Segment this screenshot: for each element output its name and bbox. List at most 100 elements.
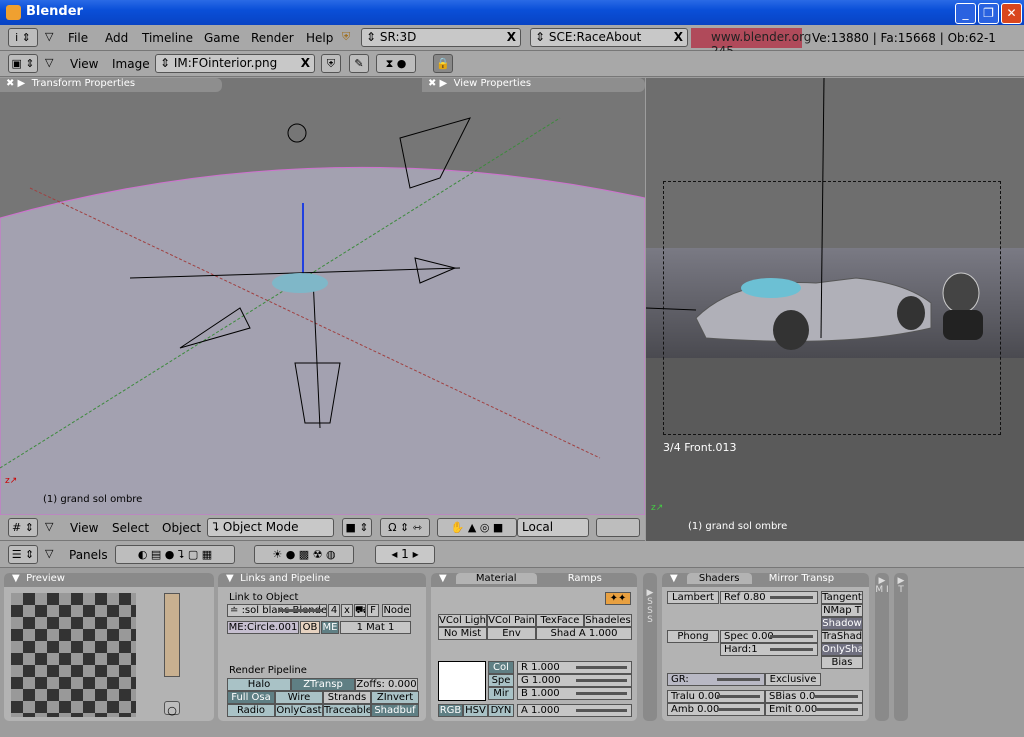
group-field[interactable]: GR: xyxy=(667,673,765,686)
menu-render[interactable]: Render xyxy=(251,31,294,45)
dyn-mode[interactable]: DYN xyxy=(488,704,514,717)
3d-viewport-left[interactable]: ✖ ▶ Transform Properties ✖ ▶ View Proper… xyxy=(0,78,645,515)
radio-toggle[interactable]: Radio xyxy=(227,704,275,717)
links-header[interactable]: ▼ Links and Pipeline xyxy=(218,573,426,587)
maximize-button[interactable]: ❐ xyxy=(978,3,999,24)
sbias-slider[interactable]: SBias 0.0 xyxy=(765,690,863,703)
texture-paint-icon[interactable]: ⛨ xyxy=(321,54,341,73)
r-slider[interactable]: R 1.000 xyxy=(517,661,632,674)
diffuse-shader-select[interactable]: Lambert xyxy=(667,591,719,604)
minimize-button[interactable]: _ xyxy=(955,3,976,24)
menu-object[interactable]: Object xyxy=(162,521,201,535)
users-count[interactable]: 4 xyxy=(328,604,340,617)
shadbuf-toggle[interactable]: Shadbuf xyxy=(371,704,419,717)
hard-slider[interactable]: Hard:1 xyxy=(720,643,818,656)
mat-index-field[interactable]: 1 Mat 1 xyxy=(340,621,411,634)
mesh-field[interactable]: ME:Circle.001 xyxy=(227,621,299,634)
mode-selector[interactable]: ⮧ Object Mode xyxy=(207,518,334,537)
shadeless-toggle[interactable]: Shadeles xyxy=(584,614,632,627)
menu-view[interactable]: View xyxy=(70,521,98,535)
texture-tab[interactable]: ▶ T xyxy=(894,573,908,721)
exclusive-toggle[interactable]: Exclusive xyxy=(765,673,821,686)
wire-toggle[interactable]: Wire xyxy=(275,691,323,704)
zinvert-toggle[interactable]: ZInvert xyxy=(371,691,419,704)
menu-timeline[interactable]: Timeline xyxy=(142,31,193,45)
tangent-toggle[interactable]: Tangent xyxy=(821,591,863,604)
screen-selector[interactable]: ⇕ SR:3D X xyxy=(361,28,521,47)
image-selector[interactable]: ⇕ IM:FOinterior.png X xyxy=(155,54,315,73)
3d-viewport-camera[interactable]: 3/4 Front.013 z↗ (1) grand sol ombre xyxy=(646,78,1024,541)
manipulator-icons[interactable]: ✋ ▲ ◎ ■ xyxy=(437,518,517,537)
menu-view[interactable]: View xyxy=(70,57,98,71)
vcol-paint-toggle[interactable]: VCol Pain xyxy=(487,614,536,627)
blender-url[interactable]: www.blender.org 245 xyxy=(691,28,811,58)
color-swatches[interactable] xyxy=(438,661,486,701)
ob-button[interactable]: OB xyxy=(300,621,320,634)
alpha-slider[interactable]: A 1.000 xyxy=(517,704,632,717)
close-button[interactable]: ✕ xyxy=(1001,3,1022,24)
editor-type-3d-icon[interactable]: # ⇕ xyxy=(8,518,38,537)
lock-icon[interactable]: 🔒 xyxy=(433,54,453,73)
specular-shader-select[interactable]: Phong xyxy=(667,630,719,643)
full-osa-toggle[interactable]: Full Osa xyxy=(227,691,275,704)
menu-file[interactable]: File xyxy=(68,31,88,45)
pivot-icon[interactable]: Ω ⇕ ⇿ xyxy=(380,518,430,537)
preview-refresh-button[interactable]: ○ xyxy=(164,701,180,717)
no-mist-toggle[interactable]: No Mist xyxy=(438,627,487,640)
collapse-icon[interactable]: ▽ xyxy=(45,56,53,69)
rgb-mode[interactable]: RGB xyxy=(438,704,463,717)
menu-help[interactable]: Help xyxy=(306,31,333,45)
menu-add[interactable]: Add xyxy=(105,31,128,45)
collapse-icon[interactable]: ▽ xyxy=(45,520,53,533)
mir-button[interactable]: Mir xyxy=(488,687,514,700)
halo-toggle[interactable]: Halo xyxy=(227,678,291,691)
texface-toggle[interactable]: TexFace xyxy=(536,614,584,627)
collapse-icon[interactable]: ▽ xyxy=(45,547,53,560)
mirror-tab[interactable]: ▶ M I xyxy=(875,573,889,721)
copy-paste-icons[interactable]: ✦✦ xyxy=(605,592,631,605)
shadow-toggle[interactable]: Shadow xyxy=(821,617,863,630)
spec-slider[interactable]: Spec 0.00 xyxy=(720,630,818,643)
tab-material[interactable]: Material xyxy=(455,573,537,584)
vcol-light-toggle[interactable]: VCol Ligh xyxy=(438,614,487,627)
shad-alpha-field[interactable]: Shad A 1.000 xyxy=(536,627,632,640)
zoffs-field[interactable]: Zoffs: 0.000 xyxy=(355,678,418,691)
context-buttons[interactable]: ◐ ▤ ● ⮧ ▢ ▦ xyxy=(115,545,235,564)
scene-selector[interactable]: ⇕ SCE:RaceAbout X xyxy=(530,28,688,47)
material-name-field[interactable]: ≐ :sol blanc Blender xyxy=(227,604,327,617)
bias-toggle[interactable]: Bias xyxy=(821,656,863,669)
shading-buttons[interactable]: ☀ ● ▩ ☢ ◍ xyxy=(254,545,354,564)
node-button[interactable]: Node xyxy=(382,604,411,617)
me-button[interactable]: ME xyxy=(321,621,339,634)
orientation-selector[interactable]: Local xyxy=(517,518,589,537)
onlyshadow-toggle[interactable]: OnlySha xyxy=(821,643,863,656)
editor-type-image-icon[interactable]: ▣ ⇕ xyxy=(8,54,38,73)
fake-user-icon[interactable]: ⛟ xyxy=(354,604,366,617)
strands-toggle[interactable]: Strands xyxy=(323,691,371,704)
unlink-button[interactable]: x xyxy=(341,604,353,617)
preview-shape-buttons[interactable] xyxy=(164,593,180,677)
onlycast-toggle[interactable]: OnlyCast xyxy=(275,704,323,717)
tab-ramps[interactable]: Ramps xyxy=(568,573,602,584)
amb-slider[interactable]: Amb 0.00 xyxy=(667,703,765,716)
collapse-icon[interactable]: ▽ xyxy=(45,30,53,43)
trashad-toggle[interactable]: TraShad xyxy=(821,630,863,643)
menu-game[interactable]: Game xyxy=(204,31,240,45)
transform-properties-panel-header[interactable]: ✖ ▶ Transform Properties xyxy=(0,78,222,92)
editor-type-buttons-icon[interactable]: ☰ ⇕ xyxy=(8,545,38,564)
frame-field[interactable]: ◂ 1 ▸ xyxy=(375,545,435,564)
col-button[interactable]: Col xyxy=(488,661,514,674)
f-button[interactable]: F xyxy=(367,604,379,617)
spe-button[interactable]: Spe xyxy=(488,674,514,687)
editor-type-info-icon[interactable]: i ⇕ xyxy=(8,28,38,47)
view-properties-panel-header[interactable]: ✖ ▶ View Properties xyxy=(422,78,645,92)
brush-icon[interactable]: ✎ xyxy=(349,54,369,73)
env-toggle[interactable]: Env xyxy=(487,627,536,640)
layers-grid[interactable] xyxy=(596,518,640,537)
draw-type-icon[interactable]: ■ ⇕ xyxy=(342,518,372,537)
g-slider[interactable]: G 1.000 xyxy=(517,674,632,687)
traceable-toggle[interactable]: Traceable xyxy=(323,704,371,717)
emit-slider[interactable]: Emit 0.00 xyxy=(765,703,863,716)
tralu-slider[interactable]: Tralu 0.00 xyxy=(667,690,765,703)
b-slider[interactable]: B 1.000 xyxy=(517,687,632,700)
